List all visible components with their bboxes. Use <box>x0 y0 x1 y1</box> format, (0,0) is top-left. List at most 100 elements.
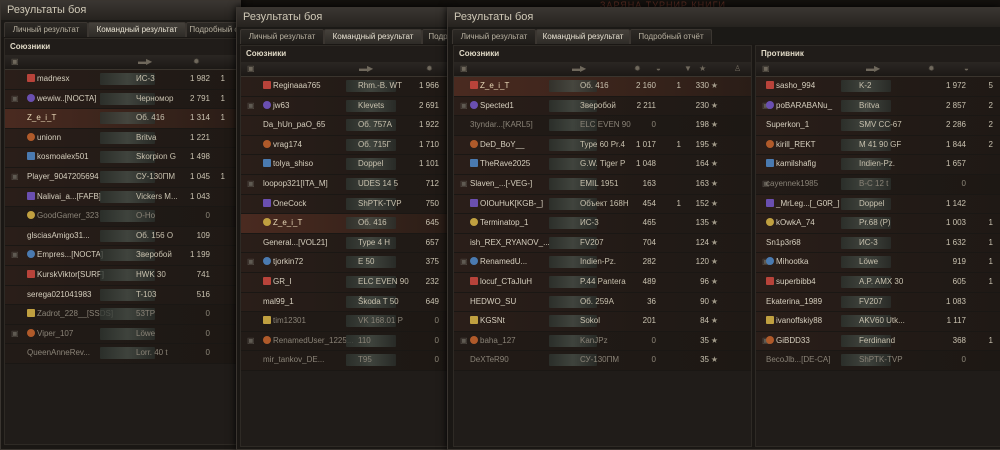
player-name[interactable]: Empres...[NOCTA] <box>27 246 103 265</box>
player-name[interactable]: Z_e_i_T <box>470 77 509 96</box>
xp-col-icon[interactable]: ★ <box>699 65 706 73</box>
table-row[interactable]: ▣ Empres...[NOCTA] Зверобой 1 199 <box>5 246 237 266</box>
damage-col-icon[interactable]: ✹ <box>928 65 935 73</box>
tab-personal-result[interactable]: Личный результат <box>240 29 324 44</box>
table-row[interactable]: OIOuHuK[KGB-_] Объект 168Н 454 1 152 ★ <box>454 194 751 215</box>
table-row[interactable]: tolya_shiso Doppel 1 101 <box>241 155 447 175</box>
table-row[interactable]: Ekaterina_1989 FV207 1 083 <box>756 292 1000 313</box>
player-name[interactable]: unionn <box>27 129 61 148</box>
table-row[interactable]: 3tyndar...[KARL5] ELC EVEN 90 0 198 ★ <box>454 116 751 136</box>
table-header[interactable]: ▣ ▬▶ ✹ ◒ ▼ ★ ♙ <box>454 62 751 77</box>
platoon-col-icon[interactable]: ▣ <box>11 58 19 66</box>
damage-col-icon[interactable]: ✹ <box>426 65 433 73</box>
table-row[interactable]: KGSNt Sokol 201 84 ★ <box>454 312 751 332</box>
sort-icon[interactable]: ▼ <box>684 65 692 73</box>
player-name[interactable]: vrag174 <box>263 136 302 155</box>
player-name[interactable]: BecoJlb...[DE-CA] <box>766 351 830 370</box>
table-row[interactable]: ▣ RenamedUser_1225... 110 0 <box>241 331 447 352</box>
platoon-col-icon[interactable]: ▣ <box>247 65 255 73</box>
player-name[interactable]: wewiw..[NOCTA] <box>27 90 96 109</box>
player-name[interactable]: tim12301 <box>263 312 306 331</box>
player-name[interactable]: Viper_107 <box>27 325 73 344</box>
table-row[interactable]: ▣ tjorkin72 E 50 375 <box>241 253 447 273</box>
player-name[interactable]: OIOuHuK[KGB-_] <box>470 195 543 214</box>
player-name[interactable]: loopop321[ITA_M] <box>263 175 328 194</box>
table-row[interactable]: unionn Britva 1 221 <box>5 128 237 149</box>
table-row[interactable]: DeXTeR90 СУ-130ПМ 0 35 ★ <box>454 351 751 371</box>
table-header[interactable]: ▣ ▬▶ ✹ ◒ <box>756 62 1000 77</box>
table-row[interactable]: glsciasAmigo31... Об. 156 О 109 <box>5 226 237 247</box>
player-name[interactable]: TheRave2025 <box>470 155 530 174</box>
player-name[interactable]: poBARABANu_ <box>766 97 832 116</box>
player-name[interactable]: Z_e_i_T <box>27 109 56 128</box>
player-name[interactable]: baha_127 <box>470 332 516 351</box>
player-name[interactable]: Ekaterina_1989 <box>766 293 822 312</box>
tank-col-icon[interactable]: ▬▶ <box>138 58 152 66</box>
table-row[interactable]: BecoJlb...[DE-CA] ShPTK-TVP 0 <box>756 351 1000 371</box>
table-row[interactable]: sasho_994 K-2 1 972 5 <box>756 77 1000 97</box>
table-row[interactable]: DeD_BoY__ Type 60 Pr.4 1 017 1 195 ★ <box>454 135 751 156</box>
table-row[interactable]: vrag174 Об. 715Г 1 710 <box>241 135 447 156</box>
tab-team-result[interactable]: Командный результат <box>88 22 186 37</box>
player-name[interactable]: glsciasAmigo31... <box>27 227 90 246</box>
frags-col-icon[interactable]: ◒ <box>964 65 969 73</box>
player-name[interactable]: madnesx <box>27 70 69 89</box>
player-name[interactable]: kOwkA_74 <box>766 214 815 233</box>
table-row[interactable]: _MrLeg...[_G0R_] Doppel 1 142 <box>756 194 1000 215</box>
player-name[interactable]: KGSNt <box>470 312 505 331</box>
player-name[interactable]: Z_e_i_T <box>263 214 302 233</box>
table-row[interactable]: tim12301 VK 168.01 P 0 <box>241 312 447 332</box>
table-header[interactable]: ▣ ▬▶ ✹ <box>241 62 447 77</box>
table-row[interactable]: Zadrot_228__[SSDS] 53TP 0 <box>5 305 237 325</box>
table-row[interactable]: ▣ Spected1 Зверобой 2 211 230 ★ <box>454 96 751 117</box>
player-name[interactable]: DeD_BoY__ <box>470 136 524 155</box>
player-name[interactable]: ish_REX_RYANOV_... <box>470 234 550 253</box>
table-row[interactable]: ▣ baha_127 KanJPz 0 35 ★ <box>454 331 751 352</box>
table-row[interactable]: locuf_CTaJIuH P.44 Pantera 489 96 ★ <box>454 272 751 293</box>
table-row[interactable]: Z_e_i_T Об. 416 2 160 1 330 ★ <box>454 77 751 97</box>
table-row[interactable]: TheRave2025 G.W. Tiger P 1 048 164 ★ <box>454 155 751 175</box>
tank-col-icon[interactable]: ▬▶ <box>866 65 880 73</box>
player-name[interactable]: Mihootka <box>766 253 808 272</box>
table-row[interactable]: Sn1p3r68 ИС-3 1 632 1 <box>756 233 1000 254</box>
player-name[interactable]: Slaven_...[-VEG-] <box>470 175 532 194</box>
table-row[interactable]: Da_hUn_paO_65 Об. 757А 1 922 <box>241 116 447 136</box>
player-name[interactable]: Spected1 <box>470 97 514 116</box>
player-name[interactable]: mal99_1 <box>263 293 294 312</box>
player-name[interactable]: tolya_shiso <box>263 155 313 174</box>
table-row[interactable]: ▣ Slaven_...[-VEG-] EMIL 1951 163 163 ★ <box>454 174 751 195</box>
tab-detailed-report[interactable]: Подр <box>422 29 448 44</box>
player-name[interactable]: mir_tankov_DE... <box>263 351 324 370</box>
damage-col-icon[interactable]: ✹ <box>634 65 641 73</box>
player-name[interactable]: tjorkin72 <box>263 253 303 272</box>
table-row[interactable]: ▣ cayennek1985 B-C 12 t0 <box>756 174 1000 195</box>
tab-team-result[interactable]: Командный результат <box>324 29 422 44</box>
table-row[interactable]: kirill_REKT M 41 90 GF 1 844 2 <box>756 135 1000 156</box>
tab-personal-result[interactable]: Личный результат <box>452 29 536 44</box>
tank-col-icon[interactable]: ▬▶ <box>572 65 586 73</box>
tab-team-result[interactable]: Командный результат <box>536 29 630 44</box>
table-row[interactable]: ▣ RenamedU... Indien-Pz. 282 120 ★ <box>454 253 751 273</box>
player-col-icon[interactable]: ♙ <box>734 65 741 73</box>
player-name[interactable]: RenamedUser_1225... <box>263 332 354 351</box>
player-name[interactable]: kamilshafig <box>766 155 816 174</box>
table-row[interactable]: Z_e_i_T Об. 416 645 <box>241 214 447 234</box>
player-name[interactable]: kirill_REKT <box>766 136 816 155</box>
table-row[interactable]: Nalivai_a...[FAFB] Vickers M... 1 043 <box>5 187 237 208</box>
player-name[interactable]: DeXTeR90 <box>470 351 509 370</box>
table-row[interactable]: ▣ loopop321[ITA_M] UDES 14 5 712 <box>241 174 447 195</box>
player-name[interactable]: HEDWO_SU <box>470 293 516 312</box>
tab-personal-result[interactable]: Личный результат <box>4 22 88 37</box>
platoon-col-icon[interactable]: ▣ <box>460 65 468 73</box>
table-row[interactable]: superbibb4 A.P. AMX 30 605 1 <box>756 272 1000 293</box>
player-name[interactable]: RenamedU... <box>470 253 527 272</box>
table-row[interactable]: ▣GiBDD33Ferdinand3681 <box>756 331 1000 352</box>
player-name[interactable]: Reginaaa765 <box>263 77 321 96</box>
player-name[interactable]: GoodGamer_323 <box>27 207 99 226</box>
player-name[interactable]: _MrLeg...[_G0R_] <box>766 195 840 214</box>
table-row[interactable]: Terminatop_1 ИС-3 465 135 ★ <box>454 214 751 234</box>
tab-detailed-report[interactable]: Подробный отчёт <box>630 29 712 44</box>
table-row[interactable]: madnesx ИС-3 1 982 1 <box>5 70 237 90</box>
table-row[interactable]: ▣ Viper_107 Löwe 0 <box>5 324 237 345</box>
player-name[interactable]: General...[VOL21] <box>263 234 327 253</box>
